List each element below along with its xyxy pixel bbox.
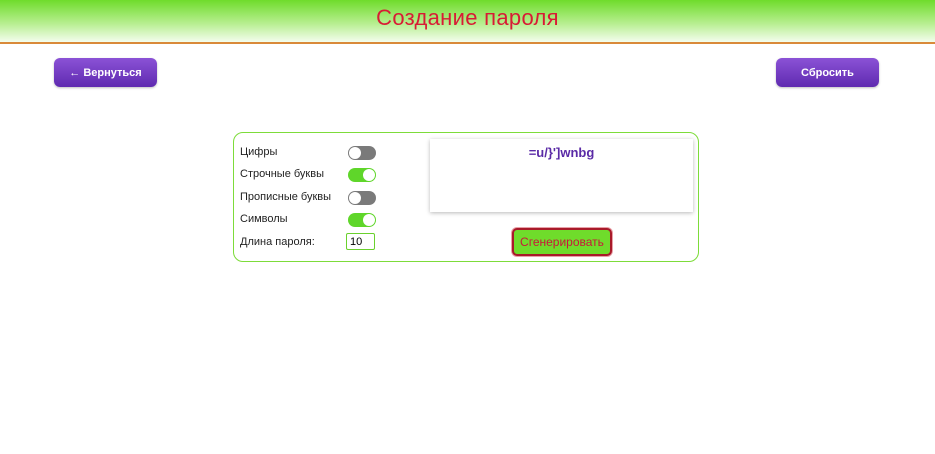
toggle-knob <box>363 214 375 226</box>
toggle-knob <box>363 169 375 181</box>
symbols-toggle[interactable] <box>348 213 376 227</box>
password-generator-panel: Цифры Строчные буквы Прописные буквы Сим… <box>233 132 699 262</box>
digits-toggle[interactable] <box>348 146 376 160</box>
option-uppercase-label: Прописные буквы <box>240 191 332 203</box>
page-title: Создание пароля <box>376 5 559 30</box>
toggle-knob <box>349 147 361 159</box>
back-button[interactable]: ← Вернуться <box>54 58 157 87</box>
length-label: Длина пароля: <box>240 236 315 248</box>
uppercase-toggle[interactable] <box>348 191 376 205</box>
page-header: Создание пароля <box>0 0 935 44</box>
generate-button[interactable]: Сгенерировать <box>512 228 612 256</box>
reset-button[interactable]: Сбросить <box>776 58 879 87</box>
lowercase-toggle[interactable] <box>348 168 376 182</box>
length-input[interactable] <box>346 233 375 250</box>
option-uppercase: Прописные буквы <box>240 188 380 206</box>
option-digits-label: Цифры <box>240 146 278 158</box>
password-output: =u/}']wnbg <box>430 139 693 212</box>
option-lowercase: Строчные буквы <box>240 165 380 183</box>
password-text: =u/}']wnbg <box>528 145 595 160</box>
option-lowercase-label: Строчные буквы <box>240 168 324 180</box>
option-digits: Цифры <box>240 143 380 161</box>
option-symbols-label: Символы <box>240 213 288 225</box>
toggle-knob <box>349 192 361 204</box>
option-symbols: Символы <box>240 210 380 228</box>
